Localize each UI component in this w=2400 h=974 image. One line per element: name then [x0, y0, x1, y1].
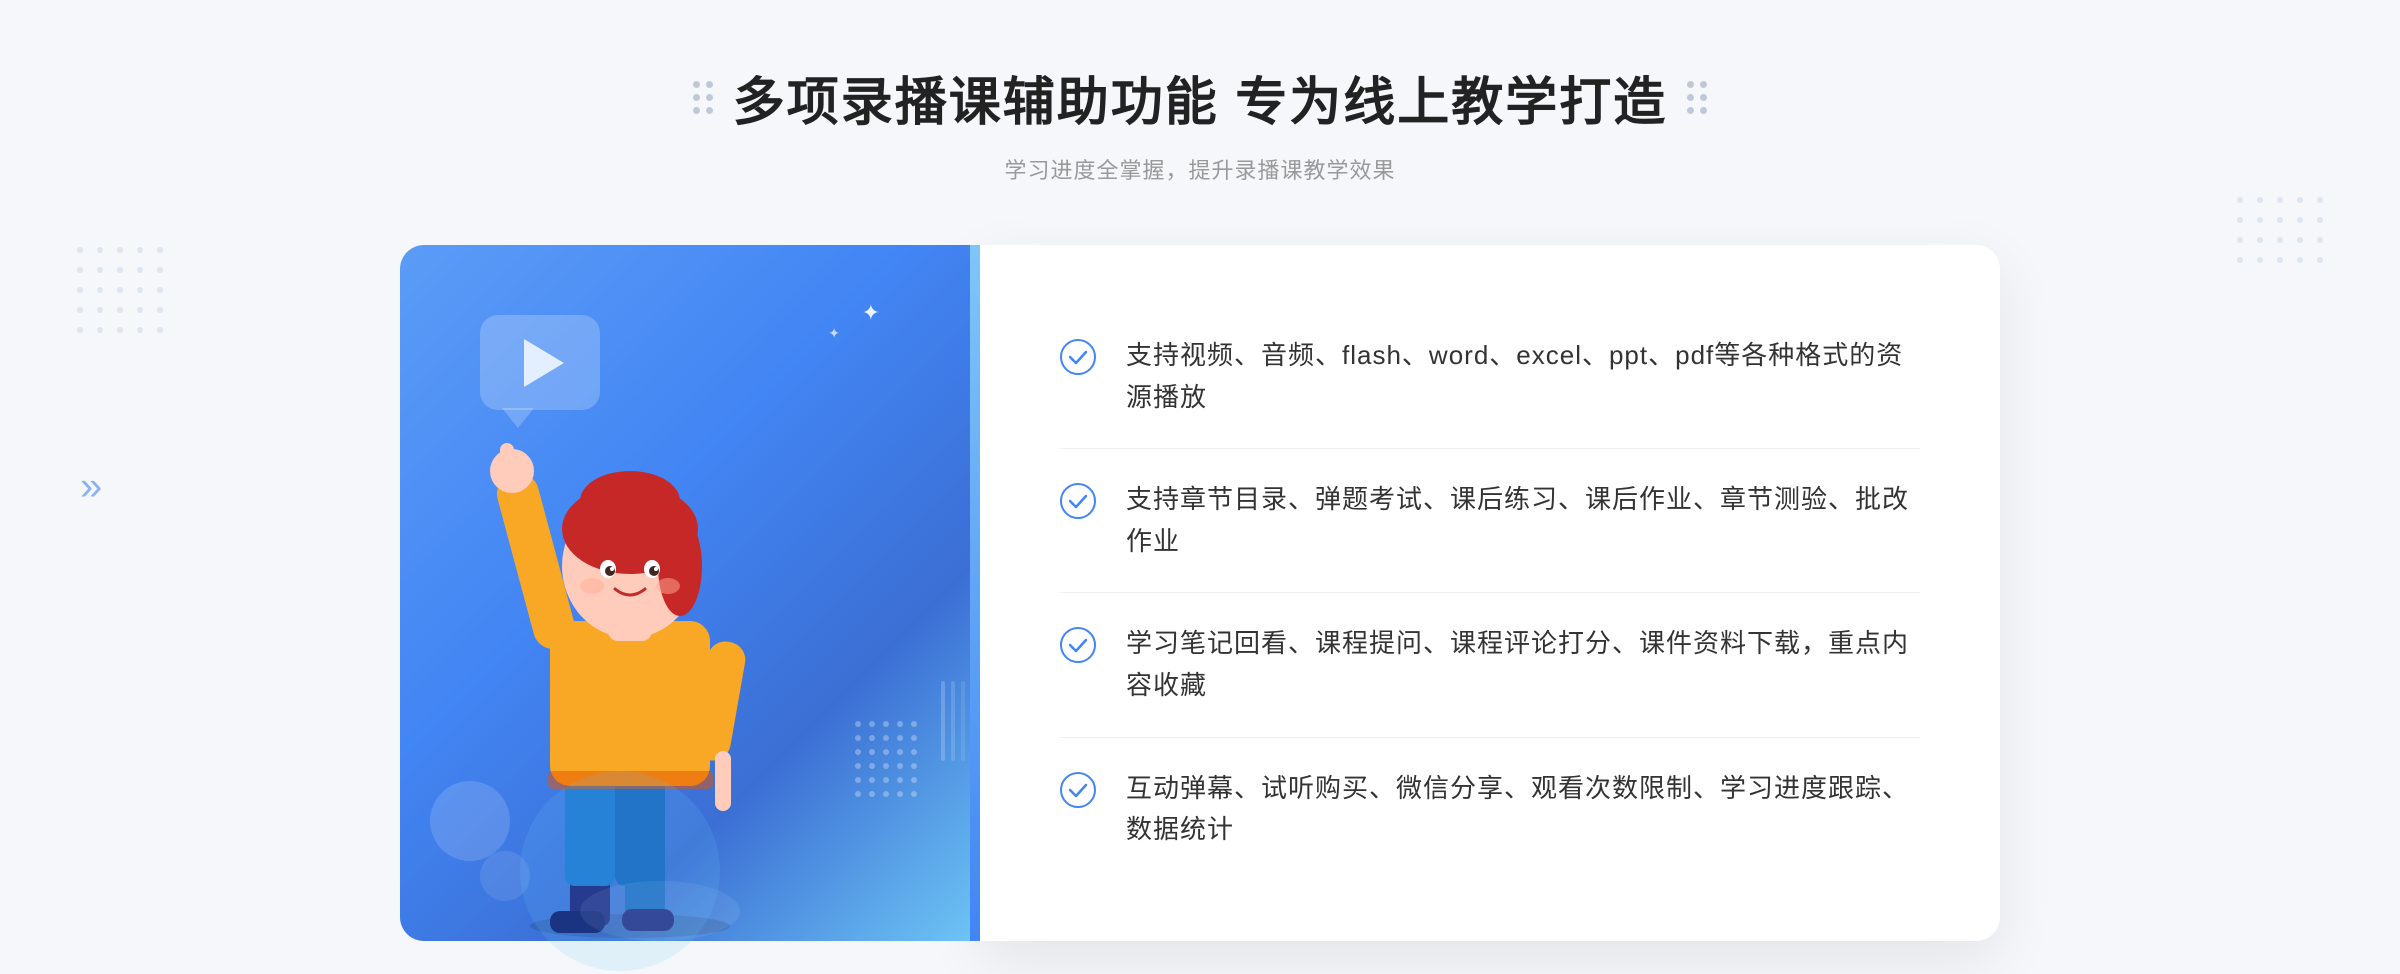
right-title-decoration	[1687, 81, 1707, 114]
title-row: 多项录播课辅助功能 专为线上教学打造	[693, 60, 1707, 135]
feature-item-2: 支持章节目录、弹题考试、课后练习、课后作业、章节测验、批改作业	[1060, 449, 1920, 593]
features-panel: 支持视频、音频、flash、word、excel、ppt、pdf等各种格式的资源…	[980, 245, 2000, 941]
dot-pattern-illustration	[850, 716, 950, 841]
check-circle-icon-3	[1060, 627, 1096, 663]
sparkle-1: ✦	[862, 300, 880, 326]
left-title-decoration	[693, 81, 713, 114]
left-chevron-decoration: »	[80, 465, 102, 510]
feature-text-1: 支持视频、音频、flash、word、excel、ppt、pdf等各种格式的资源…	[1126, 335, 1920, 418]
feature-item-3: 学习笔记回看、课程提问、课程评论打分、课件资料下载，重点内容收藏	[1060, 593, 1920, 737]
stripe-decoration	[941, 681, 965, 761]
page-subtitle: 学习进度全掌握，提升录播课教学效果	[693, 153, 1707, 185]
feature-text-4: 互动弹幕、试听购买、微信分享、观看次数限制、学习进度跟踪、数据统计	[1126, 768, 1920, 851]
check-circle-icon-2	[1060, 483, 1096, 519]
page-container: » 多项录播课辅助功能 专为线上教学打造	[0, 0, 2400, 974]
glow-circle	[520, 771, 720, 971]
illustration-panel: ✦ ✦	[400, 245, 980, 941]
check-circle-icon-1	[1060, 339, 1096, 375]
feature-text-2: 支持章节目录、弹题考试、课后练习、课后作业、章节测验、批改作业	[1126, 479, 1920, 562]
header-section: 多项录播课辅助功能 专为线上教学打造 学习进度全掌握，提升录播课教学效果	[693, 60, 1707, 185]
play-icon	[524, 339, 564, 387]
sparkle-2: ✦	[828, 325, 840, 342]
feature-text-3: 学习笔记回看、课程提问、课程评论打分、课件资料下载，重点内容收藏	[1126, 623, 1920, 706]
feature-item-1: 支持视频、音频、flash、word、excel、ppt、pdf等各种格式的资源…	[1060, 305, 1920, 449]
page-title: 多项录播课辅助功能 专为线上教学打造	[733, 60, 1667, 135]
feature-item-4: 互动弹幕、试听购买、微信分享、观看次数限制、学习进度跟踪、数据统计	[1060, 738, 1920, 881]
content-area: ✦ ✦	[400, 245, 2000, 941]
check-circle-icon-4	[1060, 772, 1096, 808]
illustration-right-accent	[970, 245, 980, 941]
